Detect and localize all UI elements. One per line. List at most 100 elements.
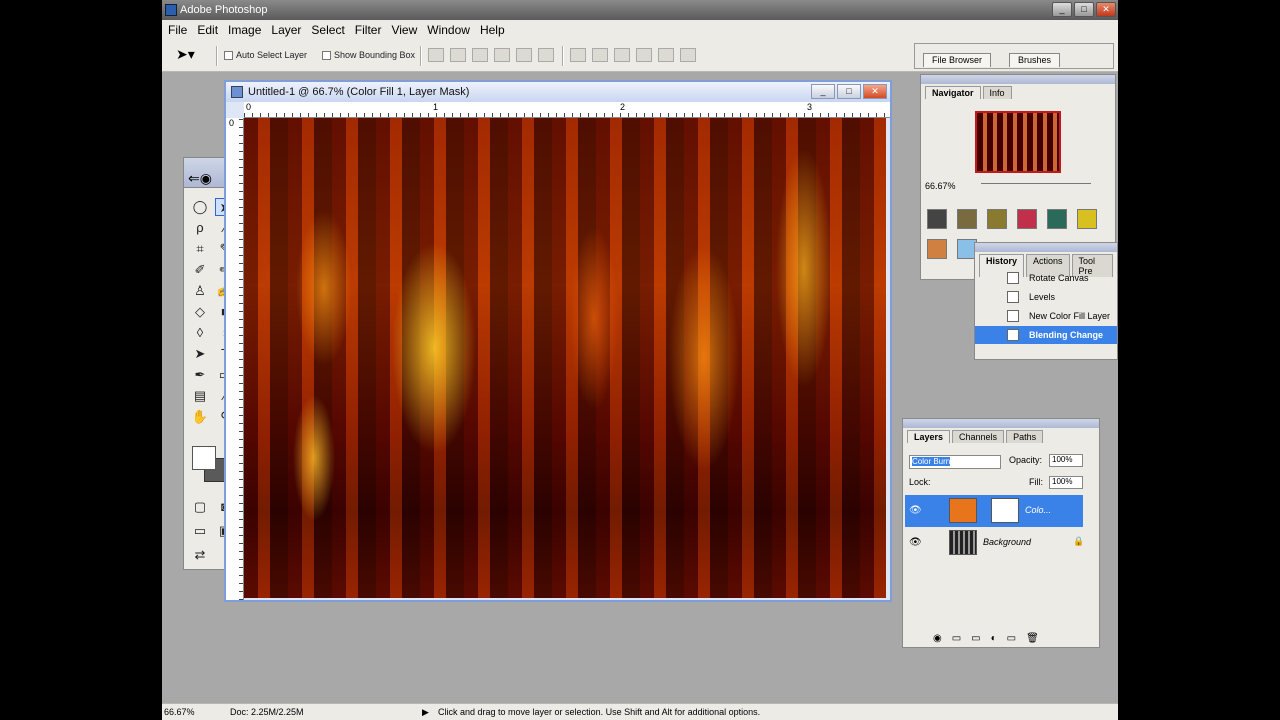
doc-maximize-button[interactable]: □ (837, 84, 861, 99)
document-title: Untitled-1 @ 66.7% (Color Fill 1, Layer … (248, 86, 470, 98)
style-swatch[interactable] (957, 209, 977, 229)
notes-tool-icon[interactable]: ▤ (190, 387, 210, 405)
status-zoom[interactable]: 66.67% (164, 704, 195, 720)
document-title-bar[interactable]: Untitled-1 @ 66.7% (Color Fill 1, Layer … (226, 82, 890, 102)
play-icon[interactable]: ▶ (422, 704, 429, 720)
style-swatch[interactable] (1077, 209, 1097, 229)
tab-channels[interactable]: Channels (952, 430, 1005, 443)
layer-row-color-fill[interactable]: 👁 Colo... (905, 495, 1083, 527)
hand-tool-icon[interactable]: ✋ (190, 408, 210, 426)
distribute-vcenter-icon[interactable] (592, 48, 608, 62)
menu-select[interactable]: Select (309, 23, 352, 37)
lasso-tool-icon[interactable]: ρ (190, 219, 210, 237)
close-button[interactable]: ✕ (1096, 2, 1116, 17)
eye-icon[interactable]: 👁 (909, 505, 922, 516)
eye-icon[interactable]: 👁 (909, 537, 922, 548)
file-browser-tab[interactable]: File Browser (923, 53, 992, 67)
auto-select-checkbox[interactable] (224, 50, 233, 60)
marquee-tool-icon[interactable]: ◯ (190, 198, 210, 216)
align-vcenter-icon[interactable] (450, 48, 466, 62)
distribute-hcenter-icon[interactable] (658, 48, 674, 62)
style-swatch[interactable] (987, 209, 1007, 229)
opacity-field[interactable]: 100% (1049, 454, 1083, 467)
menu-image[interactable]: Image (226, 23, 269, 37)
maximize-button[interactable]: □ (1074, 2, 1094, 17)
doc-minimize-button[interactable]: _ (811, 84, 835, 99)
menu-filter[interactable]: Filter (353, 23, 390, 37)
align-top-icon[interactable] (428, 48, 444, 62)
vertical-ruler[interactable]: 0 (226, 118, 244, 600)
panel-drag-bar[interactable] (975, 243, 1117, 252)
color-fill-thumbnail[interactable] (949, 498, 977, 523)
menu-file[interactable]: File (166, 23, 195, 37)
distribute-left-icon[interactable] (636, 48, 652, 62)
crop-tool-icon[interactable]: ⌗ (190, 240, 210, 258)
menu-layer[interactable]: Layer (269, 23, 309, 37)
align-left-icon[interactable] (494, 48, 510, 62)
style-swatch[interactable] (927, 209, 947, 229)
photoshop-app-icon (165, 4, 177, 16)
ruler-mark: 3 (807, 102, 813, 112)
status-bar: 66.67% Doc: 2.25M/2.25M ▶ Click and drag… (162, 703, 1118, 720)
horizontal-ruler[interactable]: 0 1 2 3 (244, 102, 890, 118)
app-title-bar: Adobe Photoshop _ □ ✕ (162, 0, 1118, 20)
options-bar: ➤▾ Auto Select Layer Show Bounding Box F… (162, 40, 1118, 72)
layers-panel: Layers Channels Paths Color Burn Opacity… (902, 418, 1100, 648)
style-swatch[interactable] (927, 239, 947, 259)
history-item[interactable]: Levels (975, 288, 1117, 306)
fill-field[interactable]: 100% (1049, 476, 1083, 489)
fire-image-canvas[interactable] (244, 118, 886, 598)
healing-brush-tool-icon[interactable]: ✐ (190, 261, 210, 279)
navigator-thumbnail[interactable] (975, 111, 1061, 173)
adobe-online-icon[interactable]: ⇐◉ (188, 170, 212, 187)
history-item[interactable]: Rotate Canvas (975, 269, 1117, 287)
history-state-icon (1007, 272, 1019, 284)
align-right-icon[interactable] (538, 48, 554, 62)
style-swatch[interactable] (1047, 209, 1067, 229)
standard-screen-mode-icon[interactable]: ▭ (190, 522, 210, 540)
pen-tool-icon[interactable]: ✒ (190, 366, 210, 384)
layer-row-background[interactable]: 👁 Background 🔒 (905, 527, 1084, 559)
status-doc-size[interactable]: Doc: 2.25M/2.25M (230, 704, 304, 720)
tab-layers[interactable]: Layers (907, 430, 951, 443)
history-item[interactable]: New Color Fill Layer (975, 307, 1117, 325)
menu-edit[interactable]: Edit (195, 23, 226, 37)
minimize-button[interactable]: _ (1052, 2, 1072, 17)
standard-mode-icon[interactable]: ▢ (190, 498, 210, 516)
blend-mode-select[interactable]: Color Burn (909, 455, 1001, 469)
menu-window[interactable]: Window (425, 23, 478, 37)
tab-navigator[interactable]: Navigator (925, 86, 981, 99)
distribute-right-icon[interactable] (680, 48, 696, 62)
background-thumbnail[interactable] (949, 530, 977, 555)
menu-help[interactable]: Help (478, 23, 513, 37)
clone-stamp-tool-icon[interactable]: ♙ (190, 282, 210, 300)
distribute-bottom-icon[interactable] (614, 48, 630, 62)
layer-footer-icons[interactable]: ◉▭▭◐▭🗑 (933, 633, 1049, 644)
eraser-tool-icon[interactable]: ◇ (190, 303, 210, 321)
brushes-tab[interactable]: Brushes (1009, 53, 1061, 67)
align-bottom-icon[interactable] (472, 48, 488, 62)
navigator-zoom-slider[interactable] (981, 183, 1091, 187)
auto-select-layer-option[interactable]: Auto Select Layer (224, 50, 307, 60)
foreground-color-swatch[interactable] (192, 446, 216, 470)
tab-info[interactable]: Info (982, 86, 1012, 99)
layers-tabs: Layers Channels Paths (903, 428, 1099, 443)
history-item-current[interactable]: Blending Change (975, 326, 1117, 344)
path-selection-tool-icon[interactable]: ➤ (190, 345, 210, 363)
show-bounding-box-option[interactable]: Show Bounding Box (322, 50, 415, 60)
history-item-label: Rotate Canvas (1029, 273, 1089, 283)
move-tool-preset-icon[interactable]: ➤▾ (176, 46, 210, 66)
layer-mask-thumbnail[interactable] (991, 498, 1019, 523)
show-bounding-checkbox[interactable] (322, 50, 331, 60)
panel-drag-bar[interactable] (921, 75, 1115, 84)
jump-to-imageready-icon[interactable]: ⇄ (190, 546, 210, 564)
menu-view[interactable]: View (389, 23, 425, 37)
blur-tool-icon[interactable]: ◊ (190, 324, 210, 342)
distribute-top-icon[interactable] (570, 48, 586, 62)
panel-drag-bar[interactable] (903, 419, 1099, 428)
tab-paths[interactable]: Paths (1006, 430, 1044, 443)
style-swatch[interactable] (1017, 209, 1037, 229)
navigator-zoom[interactable]: 66.67% (925, 181, 956, 191)
align-hcenter-icon[interactable] (516, 48, 532, 62)
doc-close-button[interactable]: ✕ (863, 84, 887, 99)
